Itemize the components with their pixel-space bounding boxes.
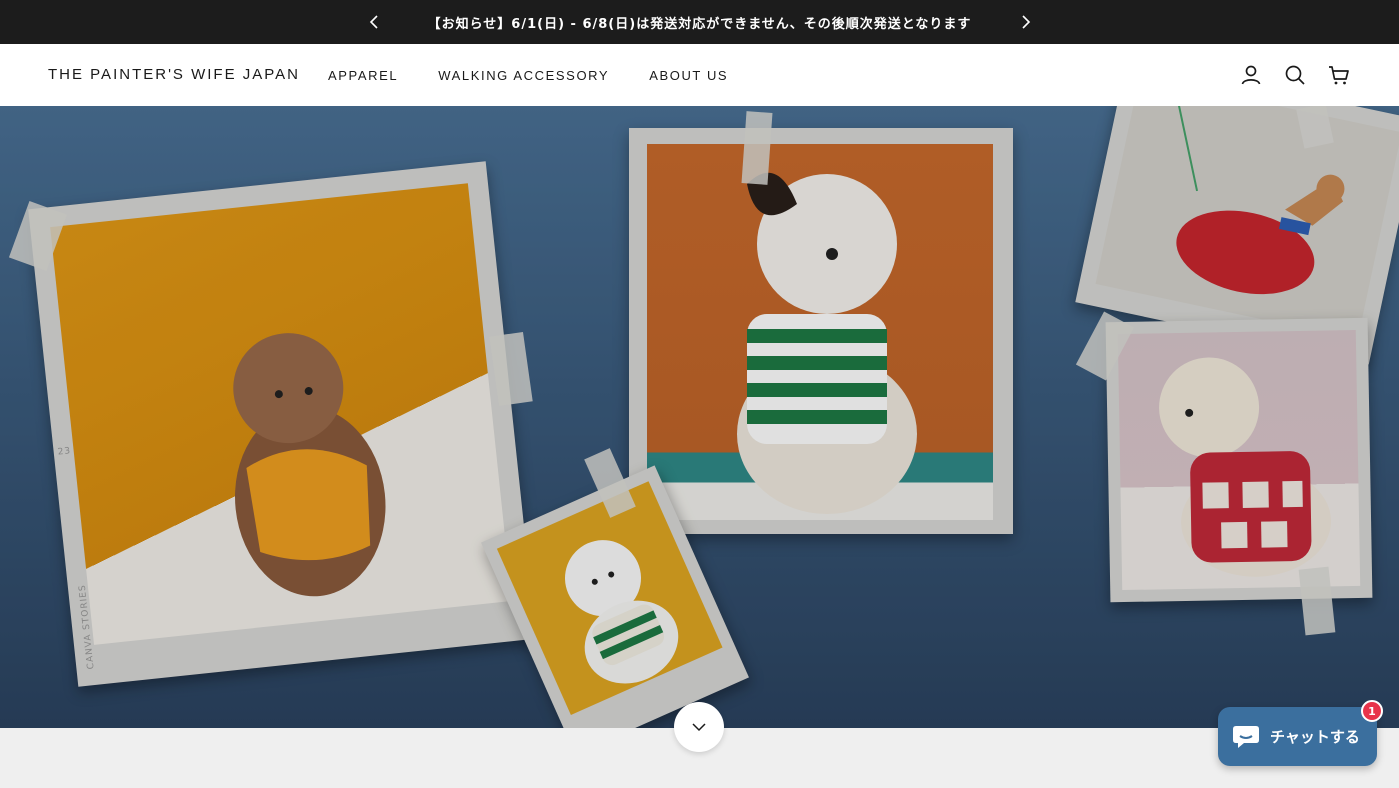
- scroll-down-button[interactable]: [674, 702, 724, 752]
- announcement-bar: 【お知らせ】6/1(日) - 6/8(日)は発送対応ができません、その後順次発送…: [0, 0, 1399, 44]
- main-nav: APPAREL WALKING ACCESSORY ABOUT US: [328, 68, 728, 83]
- chat-button[interactable]: チャットする: [1218, 707, 1377, 766]
- chat-label: チャットする: [1270, 728, 1360, 746]
- chevron-right-icon[interactable]: [1016, 12, 1036, 32]
- chat-bubble-icon: [1233, 725, 1259, 748]
- hero-overlay: [0, 106, 1399, 728]
- nav-item-about-us[interactable]: ABOUT US: [649, 68, 728, 83]
- chevron-down-icon: [692, 723, 706, 732]
- nav-item-walking-accessory[interactable]: WALKING ACCESSORY: [438, 68, 609, 83]
- header-icons: [1239, 63, 1351, 87]
- site-header: THE PAINTER'S WIFE JAPAN APPAREL WALKING…: [0, 44, 1399, 106]
- hero-banner[interactable]: CANVA STORIES 23: [0, 106, 1399, 728]
- announcement-text: 【お知らせ】6/1(日) - 6/8(日)は発送対応ができません、その後順次発送…: [427, 17, 972, 32]
- site-logo[interactable]: THE PAINTER'S WIFE JAPAN: [48, 66, 300, 83]
- cart-icon[interactable]: [1327, 63, 1351, 87]
- account-icon[interactable]: [1239, 63, 1263, 87]
- nav-item-apparel[interactable]: APPAREL: [328, 68, 398, 83]
- search-icon[interactable]: [1283, 63, 1307, 87]
- chat-notification-badge: 1: [1361, 700, 1383, 722]
